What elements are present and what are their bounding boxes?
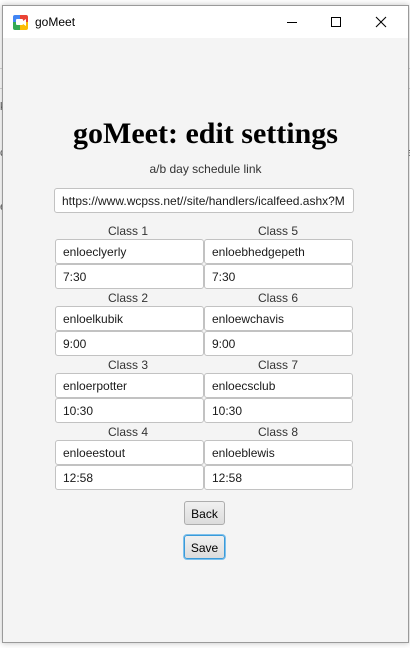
class-4-time-input[interactable]: 12:58 [55,465,204,490]
class-3-label: Class 3 [107,358,148,372]
class-4-name-input[interactable]: enloeestout [55,440,204,465]
class-3-time-input[interactable]: 10:30 [55,398,204,423]
back-button[interactable]: Back [184,501,225,525]
minimize-button[interactable] [269,6,314,38]
settings-window: goMeet goMeet: edit settings a/b day sch… [2,5,409,643]
class-8-name-input[interactable]: enloeblewis [204,440,353,465]
gomeet-logo-icon [13,15,28,30]
page-title: goMeet: edit settings [73,117,338,150]
schedule-link-label: a/b day schedule link [149,162,262,176]
class-5-label: Class 5 [257,224,298,238]
class-5-time-input[interactable]: 7:30 [204,264,353,289]
close-icon [375,16,386,28]
save-button[interactable]: Save [184,535,225,559]
class-1-name-input[interactable]: enloeclyerly [55,239,204,264]
class-6-time-input[interactable]: 9:00 [204,331,353,356]
maximize-icon [330,17,341,27]
class-8-time-input[interactable]: 12:58 [204,465,353,490]
class-7-time-input[interactable]: 10:30 [204,398,353,423]
class-5-name-input[interactable]: enloebhedgepeth [204,239,353,264]
class-6-label: Class 6 [257,291,298,305]
title-bar[interactable]: goMeet [3,6,408,38]
class-7-name-input[interactable]: enloecsclub [204,373,353,398]
maximize-button[interactable] [313,6,358,38]
close-button[interactable] [358,6,403,38]
class-1-label: Class 1 [107,224,148,238]
class-1-time-input[interactable]: 7:30 [55,264,204,289]
class-7-label: Class 7 [257,358,298,372]
class-3-name-input[interactable]: enloerpotter [55,373,204,398]
class-2-time-input[interactable]: 9:00 [55,331,204,356]
window-title: goMeet [35,15,76,29]
class-2-label: Class 2 [107,291,148,305]
class-4-label: Class 4 [107,425,148,439]
class-8-label: Class 8 [257,425,298,439]
minimize-icon [286,22,297,23]
class-2-name-input[interactable]: enloelkubik [55,306,204,331]
schedule-link-input[interactable]: https://www.wcpss.net//site/handlers/ica… [54,188,354,213]
class-6-name-input[interactable]: enloewchavis [204,306,353,331]
settings-content: goMeet: edit settings a/b day schedule l… [3,38,408,642]
